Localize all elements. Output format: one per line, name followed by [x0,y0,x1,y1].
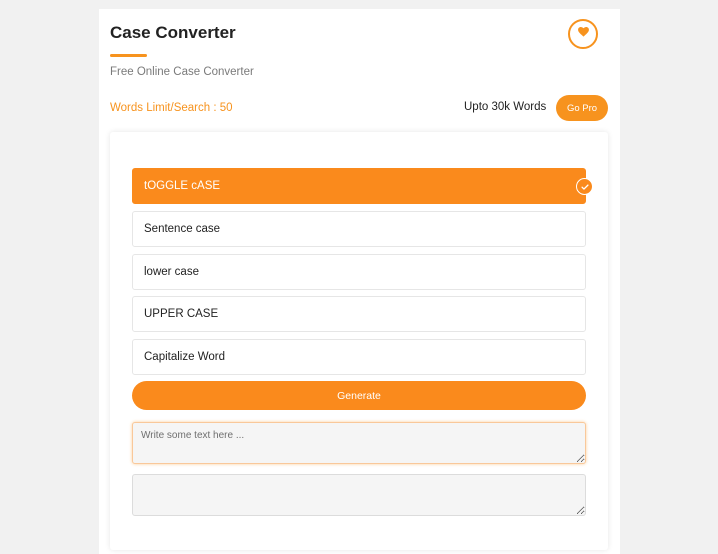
page-title: Case Converter [110,23,236,42]
upgrade-text: Upto 30k Words [464,101,547,113]
option-label: Capitalize Word [144,351,225,363]
option-label: Sentence case [144,223,221,235]
heart-icon [577,25,590,43]
option-label: tOGGLE cASE [144,180,221,192]
go-pro-button[interactable]: Go Pro [556,95,608,121]
title-underline [110,54,147,57]
favorite-button[interactable] [568,19,598,49]
option-toggle-case[interactable]: tOGGLE cASE [132,168,593,204]
page-subtitle: Free Online Case Converter [110,66,254,78]
option-label: UPPER CASE [144,308,219,320]
option-lower-case[interactable]: lower case [132,254,586,290]
checkmark-icon [576,178,593,195]
option-capitalize-word[interactable]: Capitalize Word [132,339,586,375]
option-sentence-case[interactable]: Sentence case [132,211,586,247]
words-limit-label: Words Limit/Search : 50 [110,102,233,114]
option-label: lower case [144,266,199,278]
text-output[interactable] [132,474,586,516]
option-upper-case[interactable]: UPPER CASE [132,296,586,332]
generate-button[interactable]: Generate [132,381,586,410]
text-input[interactable] [132,422,586,464]
converter-panel: Case Converter Free Online Case Converte… [99,9,620,554]
converter-card: tOGGLE cASE Sentence case lower case UPP… [110,132,608,550]
